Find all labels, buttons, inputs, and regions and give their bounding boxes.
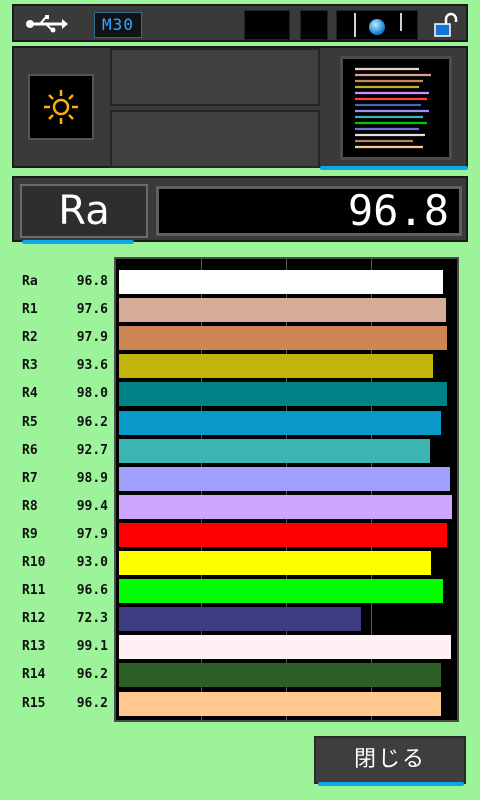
cri-row-label: R8 bbox=[22, 498, 38, 514]
cri-bar bbox=[119, 579, 443, 604]
info-slot-bottom bbox=[110, 110, 320, 168]
close-accent bbox=[318, 782, 464, 786]
tab-accent bbox=[320, 166, 468, 170]
cri-row-value: 97.6 bbox=[76, 302, 108, 318]
cri-row-value: 93.6 bbox=[76, 358, 108, 374]
cri-bar bbox=[119, 494, 452, 519]
cri-row-value: 93.0 bbox=[76, 555, 108, 570]
ra-value: 96.8 bbox=[156, 186, 462, 236]
cri-row-value: 96.6 bbox=[76, 583, 108, 599]
cri-bar bbox=[119, 551, 431, 575]
cri-row-label: R5 bbox=[22, 414, 38, 430]
cri-bar bbox=[119, 410, 442, 435]
cri-row-label: R14 bbox=[22, 667, 46, 683]
cri-bar bbox=[119, 354, 433, 379]
battery-indicator bbox=[336, 10, 418, 40]
cri-row-value: 72.3 bbox=[76, 611, 108, 627]
cri-row-label: R13 bbox=[22, 639, 46, 655]
cri-row-label: R2 bbox=[22, 330, 38, 346]
info-slot-top bbox=[110, 48, 320, 106]
cri-row-value: 99.1 bbox=[76, 639, 108, 655]
status-bar: M30 bbox=[12, 4, 468, 42]
cri-bar bbox=[119, 270, 444, 294]
cri-bar bbox=[119, 691, 442, 716]
status-slot-2 bbox=[300, 10, 328, 40]
cri-row-value: 99.4 bbox=[76, 498, 108, 514]
cri-bar bbox=[119, 298, 446, 323]
cri-bar bbox=[119, 438, 430, 463]
cri-row-label: R6 bbox=[22, 442, 38, 458]
cri-row-value: 98.9 bbox=[76, 470, 108, 486]
cri-row-label: R12 bbox=[22, 611, 46, 627]
cri-row-label: Ra bbox=[22, 274, 38, 289]
spectrum-view-button[interactable] bbox=[340, 56, 452, 160]
cri-row-value: 96.8 bbox=[76, 274, 108, 289]
cri-bar bbox=[119, 466, 451, 491]
cri-row-label: R10 bbox=[22, 555, 46, 570]
cri-bar-chart bbox=[114, 257, 459, 722]
cri-row-label: R7 bbox=[22, 470, 38, 486]
cri-bar bbox=[119, 663, 442, 688]
close-button[interactable]: 閉じる bbox=[314, 736, 466, 784]
cri-row-value: 98.0 bbox=[76, 386, 108, 402]
control-panel bbox=[12, 46, 468, 168]
cri-row-label: R1 bbox=[22, 302, 38, 318]
ra-summary: Ra 96.8 bbox=[12, 176, 468, 242]
cri-row-label: R4 bbox=[22, 386, 38, 402]
status-slot-1 bbox=[244, 10, 290, 40]
cri-row-label: R15 bbox=[22, 695, 46, 711]
ra-label[interactable]: Ra bbox=[20, 184, 148, 238]
battery-icon bbox=[354, 13, 402, 37]
cri-row-label: R9 bbox=[22, 526, 38, 542]
cri-row-value: 97.9 bbox=[76, 330, 108, 346]
cri-bar bbox=[119, 382, 448, 407]
cri-row-value: 92.7 bbox=[76, 442, 108, 458]
cri-row-value: 97.9 bbox=[76, 526, 108, 542]
cri-row-value: 96.2 bbox=[76, 667, 108, 683]
cri-row-label: R3 bbox=[22, 358, 38, 374]
cri-row-label: R11 bbox=[22, 583, 46, 599]
cri-row-value: 96.2 bbox=[76, 695, 108, 711]
cri-bar bbox=[119, 326, 447, 351]
sun-icon bbox=[44, 90, 78, 124]
sun-mode-button[interactable] bbox=[28, 74, 94, 140]
cri-row-value: 96.2 bbox=[76, 414, 108, 430]
usb-icon bbox=[26, 15, 68, 33]
ra-accent bbox=[22, 240, 134, 244]
measurement-mode-badge: M30 bbox=[94, 12, 142, 38]
spectrum-thumbnail-icon bbox=[355, 67, 431, 149]
cri-bar bbox=[119, 635, 451, 660]
cri-bar bbox=[119, 607, 362, 632]
cri-bar bbox=[119, 522, 447, 547]
unlocked-padlock-icon[interactable] bbox=[434, 12, 458, 38]
